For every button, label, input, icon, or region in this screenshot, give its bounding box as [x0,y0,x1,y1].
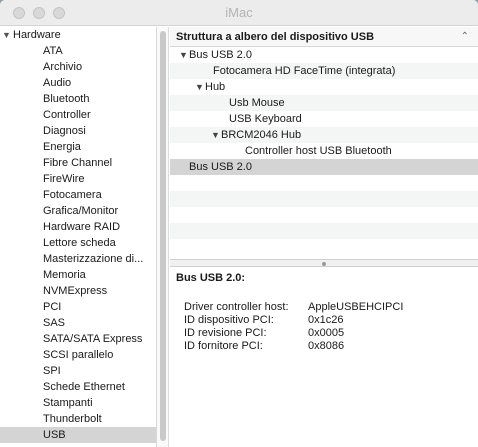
sidebar-item-bluetooth[interactable]: Bluetooth [0,91,156,107]
detail-value: AppleUSBEHCIPCI [308,301,404,313]
sidebar-item-energia[interactable]: Energia [0,139,156,155]
detail-field: Driver controller host: AppleUSBEHCIPCI [184,301,472,314]
sidebar-item-nvmexpress[interactable]: NVMExpress [0,283,156,299]
tree-row-label: Bus USB 2.0 [189,49,252,61]
usb-device-tree: ▼Bus USB 2.0 Fotocamera HD FaceTime (inte… [170,47,478,259]
collapse-chevron-icon[interactable]: ⌃ [461,27,469,47]
sidebar-item-grafica-monitor[interactable]: Grafica/Monitor [0,203,156,219]
tree-row-label: BRCM2046 Hub [221,129,302,141]
sidebar-item-schede-ethernet[interactable]: Schede Ethernet [0,379,156,395]
detail-field: ID dispositivo PCI: 0x1c26 [184,314,472,327]
tree-empty-row [170,175,478,191]
sidebar-item-diagnosi[interactable]: Diagnosi [0,123,156,139]
detail-key: ID revisione PCI: [184,327,267,339]
tree-empty-row [170,239,478,255]
sidebar-item-audio[interactable]: Audio [0,75,156,91]
detail-key: ID fornitore PCI: [184,340,263,352]
details-spacer [176,287,472,301]
titlebar: iMac [0,0,478,26]
sidebar-item-thunderbolt[interactable]: Thunderbolt [0,411,156,427]
sidebar-items: ATA Archivio Audio Bluetooth Controller Diagn… [0,43,156,443]
detail-field: ID revisione PCI: 0x0005 [184,327,472,340]
system-information-window: iMac ▼ Hardware ATA Archivio Audio Bluetoot… [0,0,478,447]
tree-row[interactable]: Usb Mouse [170,95,478,111]
detail-field: ID fornitore PCI: 0x8086 [184,340,472,353]
sidebar-item-archivio[interactable]: Archivio [0,59,156,75]
sidebar-item-lettore-scheda[interactable]: Lettore scheda [0,235,156,251]
sidebar-item-memoria[interactable]: Memoria [0,267,156,283]
details-heading: Bus USB 2.0: [176,272,246,284]
sidebar-item-sata-sata-express[interactable]: SATA/SATA Express [0,331,156,347]
tree-row[interactable]: Bus USB 2.0 [170,159,478,175]
tree-empty-row [170,207,478,223]
tree-header-title: Struttura a albero del dispositivo USB [176,31,375,43]
content-pane: Struttura a albero del dispositivo USB ⌃… [170,27,478,447]
sidebar-item-pci[interactable]: PCI [0,299,156,315]
tree-row[interactable]: Controller host USB Bluetooth [170,143,478,159]
tree-row-label: USB Keyboard [229,113,302,125]
tree-row[interactable]: ▼BRCM2046 Hub [170,127,478,143]
sidebar-item-controller[interactable]: Controller [0,107,156,123]
detail-key: Driver controller host: [184,301,289,313]
sidebar-scrollbar[interactable] [157,27,169,447]
sidebar-item-spi[interactable]: SPI [0,363,156,379]
sidebar-item-scsi-parallelo[interactable]: SCSI parallelo [0,347,156,363]
detail-key: ID dispositivo PCI: [184,314,274,326]
sidebar-item-masterizzazione-di[interactable]: Masterizzazione di... [0,251,156,267]
window-title: iMac [225,5,253,20]
scrollbar-thumb[interactable] [160,31,166,441]
disclosure-triangle-icon[interactable]: ▼ [2,27,11,43]
details-pane: Bus USB 2.0: Driver controller host: Appl… [170,267,478,357]
sidebar-item-usb[interactable]: USB [0,427,156,443]
disclosure-triangle-icon[interactable]: ▼ [195,79,205,95]
tree-empty-row [170,191,478,207]
detail-value: 0x1c26 [308,314,344,326]
tree-row-label: Fotocamera HD FaceTime (integrata) [213,65,396,77]
tree-row[interactable]: USB Keyboard [170,111,478,127]
tree-row-label: Usb Mouse [229,97,285,109]
tree-row[interactable]: Fotocamera HD FaceTime (integrata) [170,63,478,79]
sidebar-item-firewire[interactable]: FireWire [0,171,156,187]
disclosure-triangle-icon[interactable]: ▼ [211,127,221,143]
sidebar-item-stampanti[interactable]: Stampanti [0,395,156,411]
sidebar: ▼ Hardware ATA Archivio Audio Bluetooth Cont… [0,27,157,447]
sidebar-category-hardware[interactable]: ▼ Hardware [0,27,156,43]
tree-row[interactable]: ▼Bus USB 2.0 [170,47,478,63]
tree-empty-row [170,223,478,239]
tree-header: Struttura a albero del dispositivo USB ⌃ [170,27,478,47]
divider-handle-icon[interactable] [322,262,326,266]
detail-value: 0x0005 [308,327,345,339]
disclosure-triangle-icon[interactable]: ▼ [179,47,189,63]
details-fields: Driver controller host: AppleUSBEHCIPCI ID… [176,301,472,353]
detail-value: 0x8086 [308,340,345,352]
tree-row-label: Controller host USB Bluetooth [245,145,392,157]
sidebar-category-label: Hardware [13,29,61,41]
tree-row-label: Bus USB 2.0 [189,161,252,173]
sidebar-item-hardware-raid[interactable]: Hardware RAID [0,219,156,235]
sidebar-item-ata[interactable]: ATA [0,43,156,59]
sidebar-item-fotocamera[interactable]: Fotocamera [0,187,156,203]
sidebar-item-sas[interactable]: SAS [0,315,156,331]
sidebar-item-fibre-channel[interactable]: Fibre Channel [0,155,156,171]
tree-row-label: Hub [205,81,226,93]
split-view-divider[interactable] [170,259,478,267]
tree-row[interactable]: ▼Hub [170,79,478,95]
